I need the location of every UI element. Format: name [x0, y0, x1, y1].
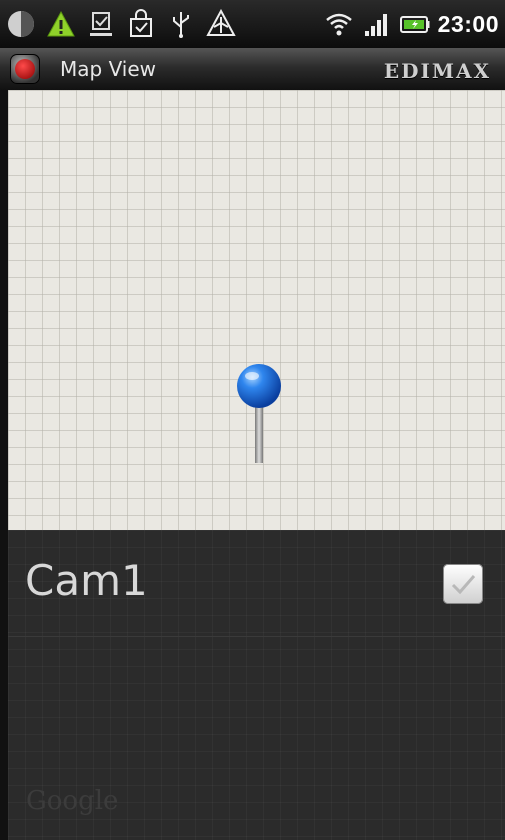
- wifi-icon: [324, 9, 354, 39]
- download-icon: [86, 9, 116, 39]
- map-pin-icon[interactable]: [236, 363, 282, 467]
- airplane-icon: [206, 9, 236, 39]
- left-edge: [0, 90, 8, 840]
- warning-icon: [46, 9, 76, 39]
- map-view[interactable]: [8, 90, 505, 530]
- usb-icon: [166, 9, 196, 39]
- google-attribution: Google: [26, 786, 119, 816]
- brand-logo: EDIMAX: [383, 59, 491, 83]
- sync-icon: [6, 9, 36, 39]
- clock: 23:00: [437, 10, 499, 37]
- app-icon: [10, 54, 40, 84]
- page-title: Map View: [60, 57, 157, 81]
- signal-icon: [362, 9, 392, 39]
- shopping-bag-icon: [126, 9, 156, 39]
- status-bar: 23:00: [0, 0, 505, 48]
- camera-name[interactable]: Cam1: [25, 556, 148, 605]
- title-bar: Map View EDIMAX: [0, 48, 505, 92]
- check-icon: [451, 575, 476, 595]
- camera-checkbox[interactable]: [443, 564, 483, 604]
- divider: [8, 636, 505, 637]
- battery-icon: [399, 9, 430, 39]
- camera-panel: Cam1 Google: [8, 530, 505, 840]
